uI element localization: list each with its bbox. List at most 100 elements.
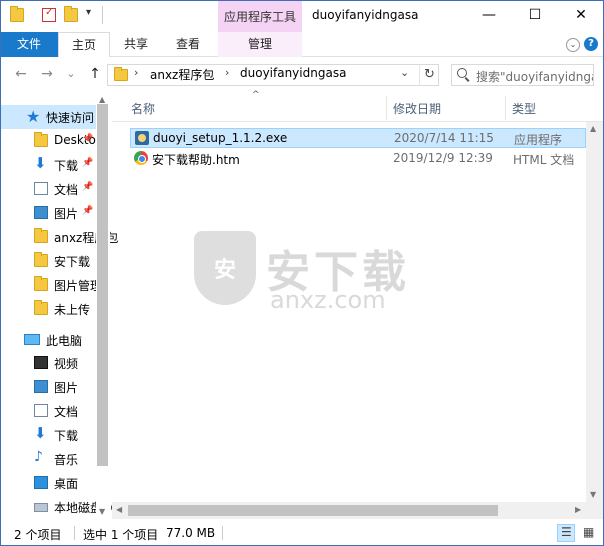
breadcrumb-current[interactable]: duoyifanyidngasa (240, 66, 346, 80)
computer-icon (24, 334, 40, 345)
pin-icon: 📌 (82, 158, 94, 168)
folder-icon (114, 67, 128, 81)
nav-item-pictures[interactable]: 图片 📌 (0, 201, 96, 225)
nav-item-label: 文档 (54, 183, 79, 197)
breadcrumb-anxz[interactable]: anxz程序包 (150, 66, 214, 83)
folder-icon (34, 276, 48, 291)
help-icon[interactable]: ? (584, 37, 598, 51)
back-button[interactable]: ← (12, 65, 30, 83)
column-header-date[interactable]: 修改日期 (393, 100, 441, 117)
nav-item-label: 图片 (54, 381, 79, 395)
ribbon-collapse-icon[interactable]: ⌄ (566, 38, 580, 52)
properties-icon[interactable] (42, 7, 56, 22)
nav-pane-scroll-thumb[interactable] (97, 104, 108, 466)
nav-item-pc-pictures[interactable]: 图片 (0, 375, 96, 399)
nav-item-pc-documents[interactable]: 文档 (0, 399, 96, 423)
nav-item-label: 视频 (54, 357, 79, 371)
file-name: 安下载帮助.htm (152, 153, 240, 167)
tab-manage[interactable]: 管理 (218, 32, 302, 57)
folder-icon (34, 252, 48, 267)
details-view-button[interactable] (557, 524, 575, 542)
status-item-count: 2 个项目 (14, 528, 62, 542)
tab-view[interactable]: 查看 (168, 32, 208, 57)
nav-item-label: 下载 (54, 159, 79, 173)
html-icon (134, 151, 148, 165)
nav-item-anxz[interactable]: anxz程序包 (0, 225, 118, 249)
tab-share[interactable]: 共享 (116, 32, 156, 57)
exe-icon (135, 131, 149, 145)
large-icons-view-button[interactable] (579, 524, 597, 542)
refresh-icon[interactable]: ↻ (419, 64, 439, 86)
nav-item-label: 安下载 (54, 255, 91, 269)
scroll-right-icon[interactable]: ▶ (575, 505, 581, 514)
scroll-down-icon[interactable]: ▼ (99, 507, 105, 516)
status-selected: 选中 1 个项目 (83, 528, 159, 542)
scroll-left-icon[interactable]: ◀ (116, 505, 122, 514)
nav-item-pc-downloads[interactable]: ⬇ 下载 (0, 423, 96, 447)
toolbar-divider (102, 6, 103, 24)
nav-item-anxiazai[interactable]: 安下载 (0, 249, 96, 273)
nav-item-desktop[interactable]: Desktop 📌 (0, 129, 104, 153)
status-divider (74, 526, 75, 540)
status-size: 77.0 MB (166, 526, 216, 540)
nav-item-documents[interactable]: 文档 📌 (0, 177, 96, 201)
document-icon (34, 404, 48, 417)
nav-item-not-uploaded[interactable]: 未上传 (0, 297, 96, 321)
download-icon: ⬇ (34, 424, 47, 442)
file-type: 应用程序 (514, 133, 563, 147)
maximize-button[interactable]: ☐ (512, 0, 558, 30)
status-divider (222, 526, 223, 540)
nav-item-music[interactable]: ♪ 音乐 (0, 447, 96, 471)
breadcrumb-separator[interactable]: › (134, 66, 138, 79)
recent-locations-button[interactable]: ⌄ (62, 65, 80, 83)
column-header-name[interactable]: 名称 (131, 100, 155, 117)
column-divider[interactable] (505, 96, 506, 120)
sort-ascending-icon: ^ (252, 90, 260, 100)
nav-item-label: 图片管理 (54, 279, 103, 293)
video-icon (34, 356, 48, 369)
vertical-scrollbar[interactable] (586, 122, 603, 519)
scroll-down-icon[interactable]: ▼ (590, 490, 596, 499)
file-date: 2020/7/14 11:15 (394, 131, 494, 145)
nav-item-picture-manager[interactable]: 图片管理 (0, 273, 102, 297)
up-button[interactable]: ↑ (86, 65, 104, 83)
nav-this-pc[interactable]: 此电脑 (0, 328, 96, 352)
nav-item-label: 快速访问 (46, 111, 95, 125)
close-button[interactable]: ✕ (558, 0, 604, 30)
picture-icon (34, 206, 48, 219)
address-dropdown-icon[interactable]: ⌄ (400, 66, 409, 79)
file-row[interactable]: 安下载帮助.htm 2019/12/9 12:39 HTML 文档 (130, 149, 586, 169)
desktop-icon (34, 476, 48, 489)
folder-icon (34, 228, 48, 243)
file-row[interactable]: duoyi_setup_1.1.2.exe 2020/7/14 11:15 应用… (130, 128, 586, 148)
nav-item-label: 未上传 (54, 303, 91, 317)
nav-item-downloads[interactable]: ⬇ 下载 📌 (0, 153, 96, 177)
breadcrumb-separator[interactable]: › (225, 66, 229, 79)
column-divider[interactable] (386, 96, 387, 120)
file-name: duoyi_setup_1.1.2.exe (153, 131, 288, 145)
quick-access-toolbar-dropdown[interactable]: ▾ (86, 7, 91, 18)
column-header-type[interactable]: 类型 (512, 100, 536, 117)
picture-icon (34, 380, 48, 393)
star-icon: ★ (26, 107, 41, 126)
search-input[interactable]: 搜索"duoyifanyidngasa" (451, 64, 594, 86)
nav-item-local-disk[interactable]: 本地磁盘 (C:) (0, 495, 128, 519)
drive-icon (34, 503, 48, 512)
nav-item-desktop-pc[interactable]: 桌面 (0, 471, 96, 495)
pin-icon: 📌 (82, 206, 94, 216)
scroll-up-icon[interactable]: ▲ (99, 95, 105, 104)
folder-icon (10, 6, 24, 22)
tab-home[interactable]: 主页 (58, 32, 110, 57)
horizontal-scroll-thumb[interactable] (128, 505, 498, 516)
watermark-domain: anxz.com (270, 286, 386, 314)
scroll-up-icon[interactable]: ▲ (590, 124, 596, 133)
nav-item-label: 文档 (54, 405, 79, 419)
scrollbar-corner (586, 502, 603, 519)
nav-quick-access[interactable]: ★ 快速访问 (0, 105, 96, 129)
nav-item-videos[interactable]: 视频 (0, 351, 96, 375)
tab-file[interactable]: 文件 (0, 32, 58, 57)
forward-button[interactable]: → (38, 65, 56, 83)
music-icon: ♪ (34, 449, 43, 465)
minimize-button[interactable]: — (466, 0, 512, 30)
new-folder-icon[interactable] (64, 6, 78, 22)
